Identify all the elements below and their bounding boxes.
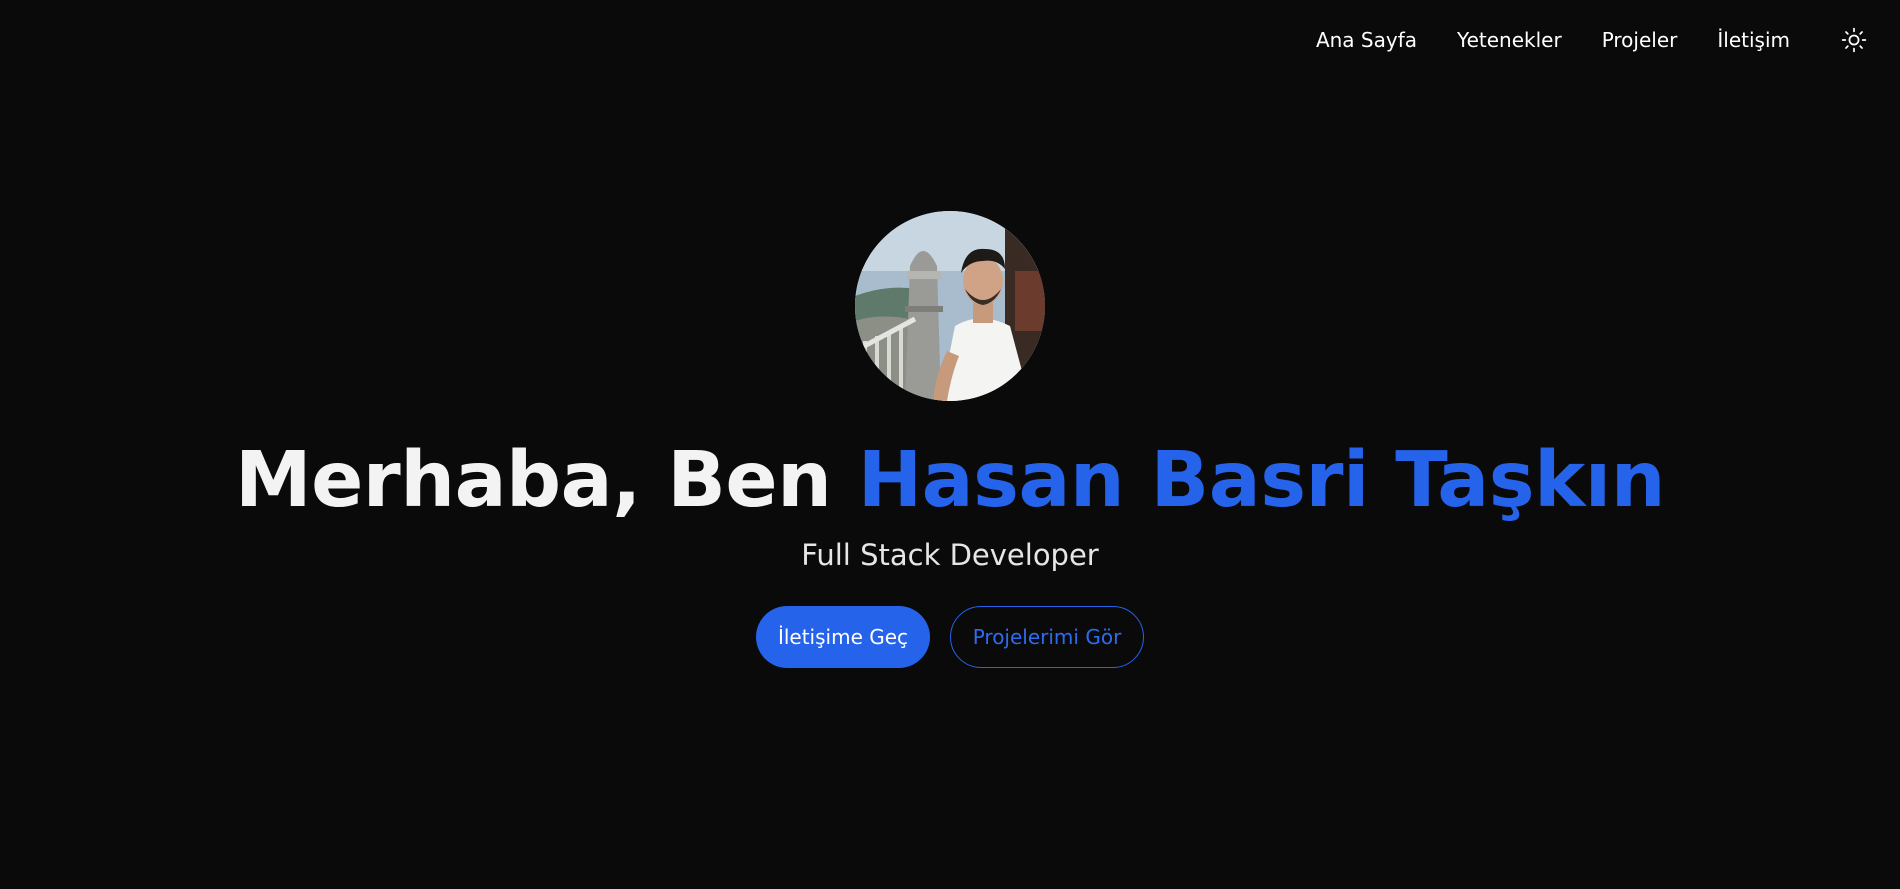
profile-photo: [855, 211, 1045, 401]
sun-icon: [1841, 27, 1867, 53]
page: Ana Sayfa Yetenekler Projeler İletişim M…: [0, 0, 1900, 889]
nav-link-contact[interactable]: İletişim: [1717, 28, 1790, 52]
hero-actions: İletişime Geç Projelerimi Gör: [756, 605, 1144, 668]
nav-link-home[interactable]: Ana Sayfa: [1316, 28, 1417, 52]
hero-subtitle: Full Stack Developer: [801, 537, 1099, 572]
contact-button[interactable]: İletişime Geç: [756, 605, 930, 668]
theme-toggle-button[interactable]: [1840, 26, 1868, 54]
view-projects-button[interactable]: Projelerimi Gör: [950, 605, 1144, 668]
hero-section: Merhaba, Ben Hasan Basri Taşkın Full Sta…: [0, 211, 1900, 668]
profile-avatar: [855, 211, 1045, 401]
hero-name: Hasan Basri Taşkın: [857, 436, 1666, 525]
nav-link-skills[interactable]: Yetenekler: [1457, 28, 1562, 52]
hero-title: Merhaba, Ben Hasan Basri Taşkın: [234, 436, 1666, 525]
nav-link-projects[interactable]: Projeler: [1602, 28, 1678, 52]
hero-greeting: Merhaba, Ben: [234, 436, 858, 525]
top-navigation: Ana Sayfa Yetenekler Projeler İletişim: [1276, 0, 1900, 80]
